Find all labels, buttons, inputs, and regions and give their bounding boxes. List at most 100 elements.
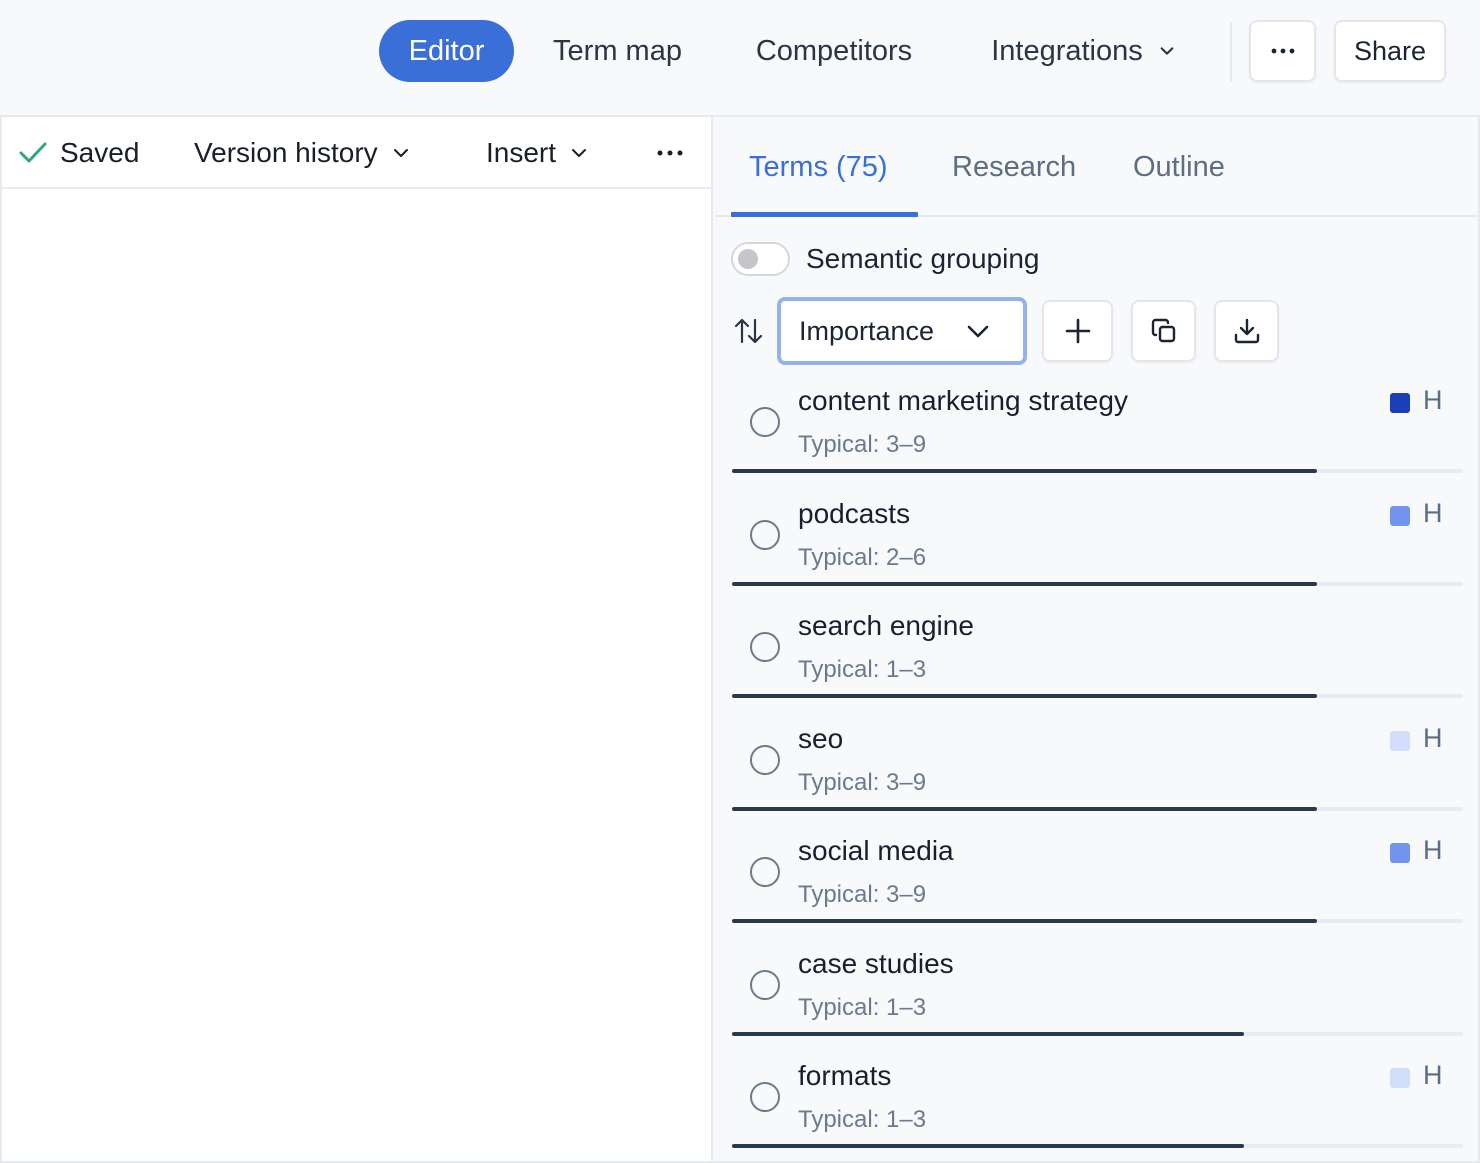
heading-flag: H xyxy=(1423,722,1443,753)
importance-swatch-icon xyxy=(1390,730,1410,751)
term-usage-progress xyxy=(732,1031,1463,1036)
term-usage-progress-fill xyxy=(732,806,1317,811)
term-row[interactable]: podcasts Typical: 2–6 H xyxy=(715,492,1478,605)
ellipsis-icon xyxy=(657,150,683,156)
term-typical-range: Typical: 1–3 xyxy=(798,993,927,1021)
term-status-circle-icon[interactable] xyxy=(750,407,780,437)
term-name: podcasts xyxy=(798,497,911,529)
term-row[interactable]: formats Typical: 1–3 H xyxy=(715,1054,1478,1163)
importance-swatch-icon xyxy=(1390,1068,1410,1088)
nav-tab-integrations[interactable]: Integrations xyxy=(976,20,1190,82)
editor-more-button[interactable] xyxy=(656,133,684,173)
heading-flag: H xyxy=(1423,835,1443,865)
term-row[interactable]: content marketing strategy Typical: 3–9 H xyxy=(715,379,1478,492)
tab-label: Terms (75) xyxy=(749,150,888,183)
editor-pane: Saved Version history Insert xyxy=(2,117,713,1161)
term-typical-range: Typical: 3–9 xyxy=(798,881,927,908)
term-typical-range: Typical: 1–3 xyxy=(798,1106,927,1133)
term-usage-progress xyxy=(732,581,1463,586)
importance-swatch-icon xyxy=(1390,393,1410,413)
heading-flag: H xyxy=(1423,1060,1443,1090)
nav-tab-label: Competitors xyxy=(755,34,913,67)
tab-research[interactable]: Research xyxy=(952,145,1076,189)
tab-label: Research xyxy=(952,150,1077,183)
term-usage-progress-fill xyxy=(732,694,1317,698)
term-name: search engine xyxy=(798,610,974,641)
term-row[interactable]: seo Typical: 3–9 H xyxy=(715,717,1478,830)
term-name: content marketing strategy xyxy=(798,385,1128,416)
insert-dropdown[interactable]: Insert xyxy=(486,133,588,173)
copy-icon xyxy=(1151,318,1175,343)
term-typical-range: Typical: 3–9 xyxy=(798,431,927,458)
sort-arrows-icon[interactable] xyxy=(733,315,765,347)
heading-flag: H xyxy=(1423,497,1443,528)
toggle-knob xyxy=(738,249,758,269)
chevron-down-icon xyxy=(1160,47,1174,55)
nav-tab-editor[interactable]: Editor xyxy=(379,20,514,82)
nav-tab-label: Integrations xyxy=(991,34,1143,67)
divider xyxy=(1230,22,1232,82)
editor-toolbar: Saved Version history Insert xyxy=(2,117,713,189)
plus-icon xyxy=(1065,318,1090,344)
term-usage-progress-fill xyxy=(732,919,1317,923)
panel-tabs: Terms (75) Research Outline xyxy=(715,117,1478,217)
term-typical-range: Typical: 3–9 xyxy=(798,768,927,796)
semantic-grouping-label: Semantic grouping xyxy=(806,243,1040,274)
share-button[interactable]: Share xyxy=(1334,20,1446,82)
importance-swatch-icon xyxy=(1390,505,1410,526)
term-status-circle-icon[interactable] xyxy=(750,1082,780,1112)
term-usage-progress-fill xyxy=(732,469,1317,473)
saved-label: Saved xyxy=(60,137,140,168)
nav-tab-label: Editor xyxy=(408,34,485,67)
term-usage-progress xyxy=(732,694,1463,698)
term-row[interactable]: social media Typical: 3–9 H xyxy=(715,829,1478,942)
term-status-circle-icon[interactable] xyxy=(750,744,780,775)
checkmark-icon xyxy=(19,142,47,163)
term-name: seo xyxy=(798,722,844,754)
terms-panel: Terms (75) Research Outline Semantic gro… xyxy=(715,117,1478,1161)
chevron-down-icon xyxy=(967,325,989,338)
top-navigation-bar: Editor Term map Competitors Integrations… xyxy=(0,0,1480,117)
term-name: social media xyxy=(798,835,954,866)
nav-tab-term-map[interactable]: Term map xyxy=(540,20,695,82)
copy-terms-button[interactable] xyxy=(1131,300,1196,362)
download-terms-button[interactable] xyxy=(1214,300,1279,362)
sort-select[interactable]: Importance xyxy=(777,297,1027,365)
term-usage-progress-fill xyxy=(732,1144,1244,1148)
heading-flag: H xyxy=(1423,385,1443,415)
semantic-grouping-toggle[interactable] xyxy=(731,242,790,276)
term-status-circle-icon[interactable] xyxy=(750,969,780,1000)
term-typical-range: Typical: 2–6 xyxy=(798,543,927,571)
nav-tab-competitors[interactable]: Competitors xyxy=(740,20,928,82)
term-row[interactable]: search engine Typical: 1–3 xyxy=(715,604,1478,717)
active-tab-indicator xyxy=(731,212,918,217)
term-usage-progress-fill xyxy=(732,581,1317,586)
sort-select-value: Importance xyxy=(799,315,935,346)
term-row[interactable]: case studies Typical: 1–3 xyxy=(715,942,1478,1055)
tab-terms[interactable]: Terms (75) xyxy=(749,145,888,189)
semantic-grouping-row: Semantic grouping xyxy=(731,239,1039,279)
share-button-label: Share xyxy=(1353,35,1427,66)
editor-content-area[interactable] xyxy=(2,189,713,1161)
tab-outline[interactable]: Outline xyxy=(1133,145,1225,189)
term-usage-progress xyxy=(732,1144,1463,1148)
term-list: content marketing strategy Typical: 3–9 Hp… xyxy=(715,379,1478,1163)
chevron-down-icon xyxy=(572,149,587,157)
term-usage-progress xyxy=(732,806,1463,811)
term-status-circle-icon[interactable] xyxy=(750,519,780,550)
download-icon xyxy=(1234,318,1259,344)
more-options-button[interactable] xyxy=(1249,20,1316,82)
term-usage-progress xyxy=(732,469,1463,473)
ellipsis-icon xyxy=(1271,48,1294,54)
term-name: formats xyxy=(798,1060,892,1091)
tab-label: Outline xyxy=(1133,150,1225,183)
version-history-label: Version history xyxy=(194,137,378,168)
term-controls: Importance xyxy=(731,297,1471,365)
term-status-circle-icon[interactable] xyxy=(750,632,780,662)
version-history-dropdown[interactable]: Version history xyxy=(194,133,410,173)
add-term-button[interactable] xyxy=(1042,300,1113,362)
nav-tab-label: Term map xyxy=(553,34,682,67)
term-typical-range: Typical: 1–3 xyxy=(798,656,927,683)
term-status-circle-icon[interactable] xyxy=(750,857,780,887)
importance-swatch-icon xyxy=(1390,843,1410,863)
